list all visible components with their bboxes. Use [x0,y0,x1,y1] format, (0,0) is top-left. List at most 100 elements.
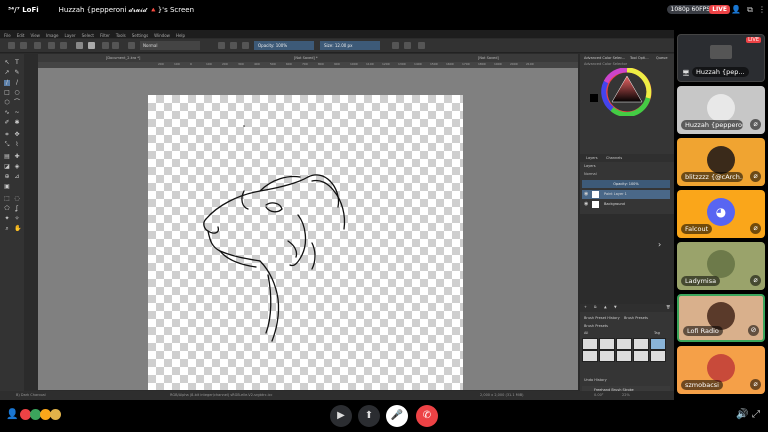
measure-tool-icon[interactable]: ⊿ [14,174,20,180]
share-screen-button[interactable]: ⬆ [358,405,380,427]
text-tool-icon[interactable]: T [14,60,20,66]
tab-not-saved-2[interactable]: [Not Saved] [478,56,499,60]
mirror-h-icon[interactable] [392,42,399,49]
volume-icon[interactable]: 🔊 [736,409,748,420]
menu-help[interactable]: Help [176,33,185,38]
gradient-tool-icon[interactable]: ▤ [4,154,10,160]
menu-view[interactable]: View [30,33,40,38]
mute-button[interactable]: 🎤 [386,405,408,427]
crop-tool-icon[interactable]: ⌗ [4,132,10,138]
similar-select-icon[interactable]: ✧ [14,216,20,222]
polygon-tool-icon[interactable]: ⬡ [4,100,10,106]
menu-filter[interactable]: Filter [100,33,110,38]
tab-color-selector[interactable]: Advanced Color Selec... [584,56,625,60]
move-up-icon[interactable]: ▲ [604,305,607,309]
ellipse-select-icon[interactable]: ◌ [14,196,20,202]
multibrush-icon[interactable]: ✱ [14,120,20,126]
quality-badge[interactable]: 1080p 60FPS [666,5,714,14]
pan-tool-icon[interactable]: ✋ [14,226,21,232]
brush-preset[interactable] [650,350,666,362]
assistant-tool-icon[interactable]: ⊕ [4,174,10,180]
canvas-area[interactable] [38,68,578,390]
zoom-tool-icon[interactable]: ⌕ [4,226,10,232]
layer-row[interactable]: ◉ Paint Layer 1 [582,190,670,199]
reload-preset-icon[interactable] [218,42,225,49]
tab-brush-presets[interactable]: Brush Presets [624,316,648,320]
popout-icon[interactable]: ⧉ [744,4,756,16]
erase-icon[interactable] [128,42,135,49]
tab-not-saved-1[interactable]: [Not Saved] * [294,56,318,60]
participant-tile[interactable]: Lofi Radio ⊘ [677,294,765,342]
add-layer-icon[interactable]: + [584,305,587,309]
menu-tools[interactable]: Tools [116,33,126,38]
eye-icon[interactable]: ◉ [584,202,589,207]
eye-icon[interactable]: ◉ [584,192,589,197]
tab-layers[interactable]: Layers [586,156,598,160]
chevron-right-icon[interactable]: › [658,240,661,249]
add-people-icon[interactable]: 👤 [6,409,18,420]
gradient-icon[interactable] [76,42,83,49]
brush-preset-icon[interactable] [102,42,109,49]
polyline-tool-icon[interactable]: ⌒ [14,100,20,106]
new-doc-icon[interactable] [8,42,15,49]
layer-blend-select[interactable]: Normal [584,172,597,176]
layer-row[interactable]: ◉ Background [582,200,670,209]
calligraphy-icon[interactable]: ✎ [14,70,20,76]
menu-select[interactable]: Select [82,33,94,38]
participant-tile[interactable]: LIVE 🖥 Huzzah {pep... [677,34,765,82]
fullscreen-icon[interactable]: ⤢ [752,409,760,420]
brush-preset[interactable] [599,350,615,362]
participant-tile[interactable]: szmobacsi ⌀ [677,346,765,394]
brush-preset[interactable] [616,350,632,362]
drawing-canvas[interactable] [148,95,463,390]
dynamic-brush-icon[interactable]: ✐ [4,120,10,126]
move-tool-icon[interactable]: ✥ [14,132,20,138]
brush-preset[interactable] [582,350,598,362]
participant-tile[interactable]: ◕ Falcout ⌀ [677,190,765,238]
more-icon[interactable]: ⋮ [756,4,768,16]
save-doc-icon[interactable] [34,42,41,49]
brush-preset[interactable] [582,338,598,350]
edit-shape-icon[interactable]: ↗ [4,70,10,76]
mirror-v-icon[interactable] [404,42,411,49]
disconnect-button[interactable]: ✆ [416,405,438,427]
tab-channels[interactable]: Channels [606,156,622,160]
voice-avatar[interactable] [50,409,61,420]
open-doc-icon[interactable] [20,42,27,49]
pattern-icon[interactable] [88,42,95,49]
rectangle-tool-icon[interactable]: □ [4,90,10,96]
color-picker-icon[interactable]: ✚ [14,154,20,160]
brush-tool-icon[interactable]: / [4,80,10,86]
brush-editor-icon[interactable] [112,42,119,49]
brush-tag-select[interactable]: Tag [654,331,660,335]
menu-layer[interactable]: Layer [64,33,75,38]
tab-tool-options[interactable]: Tool Opti... [630,56,649,60]
wrap-icon[interactable] [418,42,425,49]
freehand-select-icon[interactable]: ʆ [14,206,20,212]
tab-document-2[interactable]: [Document_2.kra *] [106,56,140,60]
brush-preset[interactable] [599,338,615,350]
brush-preset[interactable] [633,350,649,362]
select-tool-icon[interactable]: ↖ [4,60,10,66]
participant-tile[interactable]: Ladymisa ⌀ [677,242,765,290]
alpha-lock-icon[interactable] [230,42,237,49]
brush-filter-select[interactable]: All [584,331,588,335]
people-icon[interactable]: 👤 [730,4,742,16]
smart-patch-icon[interactable]: ◈ [14,164,20,170]
duplicate-layer-icon[interactable]: ⧉ [594,305,597,309]
menu-edit[interactable]: Edit [17,33,25,38]
freehand-path-icon[interactable]: ~ [14,110,20,116]
polygon-select-icon[interactable]: ⬠ [4,206,10,212]
tab-brush-history[interactable]: Brush Preset History [584,316,620,320]
status-zoom[interactable]: 22% [622,393,630,397]
brush-preset[interactable] [616,338,632,350]
move-down-icon[interactable]: ▼ [614,305,617,309]
screen-share[interactable]: File Edit View Image Layer Select Filter… [0,30,674,406]
blend-mode-select[interactable]: Normal [140,41,200,50]
pressure-icon[interactable] [242,42,249,49]
layer-opacity-slider[interactable]: Opacity: 100% [582,180,670,188]
bezier-tool-icon[interactable]: ∿ [4,110,10,116]
line-tool-icon[interactable]: / [14,80,20,86]
color-wheel[interactable] [590,67,664,118]
warp-tool-icon[interactable]: ⌇ [14,142,20,148]
